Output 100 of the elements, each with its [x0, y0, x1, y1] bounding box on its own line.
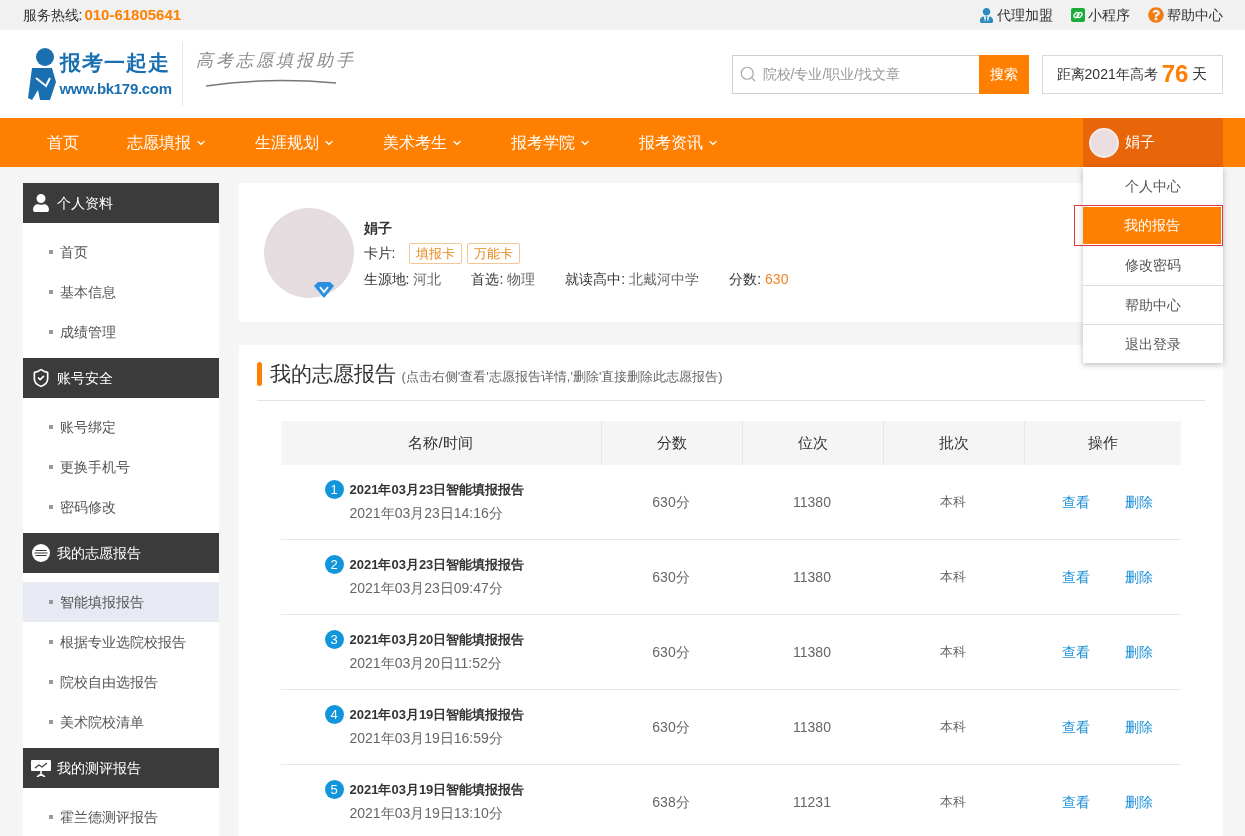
field-label: 首选:	[471, 269, 504, 289]
avatar-placeholder	[1088, 127, 1119, 158]
rank-cell-text: 11380	[793, 567, 831, 587]
person-logo-icon	[25, 48, 58, 100]
sidebar-section-title: 个人资料	[56, 193, 113, 213]
link-square-icon	[1070, 8, 1085, 22]
report-time: 2021年03月20日11:52分	[349, 654, 502, 674]
top-link[interactable]: 代理加盟	[978, 4, 1053, 26]
sidebar-section-title: 我的测评报告	[56, 758, 141, 778]
delete-link[interactable]: 删除	[1124, 491, 1153, 513]
score-cell-text: 638分	[652, 792, 690, 812]
dropdown-item[interactable]: 个人中心	[1082, 167, 1223, 206]
bullet-icon	[48, 505, 53, 509]
bullet-icon	[48, 680, 53, 684]
field-value: 河北	[413, 269, 442, 289]
report-title: 2021年03月23日智能填报报告	[349, 480, 525, 499]
help-icon	[1147, 7, 1164, 23]
sidebar-item[interactable]: 智能填报报告	[22, 582, 219, 622]
sidebar-section-title: 账号安全	[56, 368, 113, 388]
user-menu-button[interactable]: 娟子	[1082, 118, 1223, 167]
dropdown-item[interactable]: 修改密码	[1082, 246, 1223, 285]
report-title: 2021年03月23日智能填报报告	[349, 555, 525, 574]
report-title: 2021年03月19日智能填报报告	[349, 780, 525, 799]
section-hint: (点击右侧'查看'志愿报告详情,'删除'直接删除此志愿报告)	[401, 368, 723, 387]
user-icon	[31, 194, 50, 212]
hotline-number: 010-61805641	[84, 4, 182, 25]
bullet-icon	[48, 290, 53, 294]
batch-cell-text: 本科	[940, 793, 966, 812]
presentation-board-icon	[30, 759, 51, 777]
rank-cell-text: 11380	[793, 717, 831, 737]
batch-cell-text: 本科	[940, 568, 966, 587]
score-cell-text: 630分	[652, 567, 690, 587]
logo-url: www.bk179.com	[59, 80, 172, 98]
view-link[interactable]: 查看	[1061, 791, 1090, 813]
view-link[interactable]: 查看	[1061, 641, 1090, 663]
batch-cell-text: 本科	[940, 718, 966, 737]
countdown-unit: 天	[1192, 63, 1208, 84]
title-accent-bar	[256, 362, 262, 386]
search-field[interactable]: 院校/专业/职业/找文章	[731, 54, 979, 94]
delete-link[interactable]: 删除	[1124, 566, 1153, 588]
column-header: 批次	[882, 421, 1024, 465]
report-time: 2021年03月23日14:16分	[349, 504, 503, 524]
view-link[interactable]: 查看	[1061, 566, 1090, 588]
dropdown-item[interactable]: 我的报告	[1082, 207, 1221, 244]
field-value: 北戴河中学	[629, 269, 700, 289]
nav-item[interactable]: 生涯规划	[230, 118, 359, 167]
rank-cell-text: 11380	[793, 642, 831, 662]
bullet-icon	[48, 720, 53, 724]
score-cell-text: 630分	[652, 642, 690, 662]
search-icon	[738, 64, 757, 83]
countdown-label: 距离2021年高考	[1056, 64, 1158, 84]
report-time: 2021年03月19日13:10分	[349, 804, 503, 824]
nav-item[interactable]: 报考学院	[486, 118, 615, 167]
row-number: 5	[324, 780, 344, 799]
column-header: 分数	[600, 421, 742, 465]
search-button[interactable]: 搜索	[978, 54, 1029, 94]
row-number: 4	[324, 705, 344, 724]
report-time: 2021年03月23日09:47分	[349, 579, 503, 599]
rank-cell-text: 11231	[793, 792, 831, 812]
field-label: 分数:	[729, 269, 762, 289]
bullet-icon	[48, 250, 53, 254]
batch-cell-text: 本科	[940, 643, 966, 662]
bullet-icon	[48, 465, 53, 469]
delete-link[interactable]: 删除	[1124, 641, 1153, 663]
report-time: 2021年03月19日16:59分	[349, 729, 503, 749]
delete-link[interactable]: 删除	[1124, 716, 1153, 738]
bullet-icon	[48, 600, 53, 604]
slogan-text: 高考志愿填报助手	[195, 49, 356, 71]
column-header: 操作	[1023, 421, 1181, 465]
field-value: 物理	[507, 269, 536, 289]
view-link[interactable]: 查看	[1061, 716, 1090, 738]
column-header: 位次	[741, 421, 883, 465]
bullet-icon	[48, 425, 53, 429]
card-tag: 万能卡	[467, 243, 521, 264]
person-icon	[978, 7, 994, 23]
top-link[interactable]: 帮助中心	[1147, 4, 1223, 26]
score-cell-text: 630分	[652, 492, 690, 512]
score-cell-text: 630分	[652, 717, 690, 737]
row-number: 3	[324, 630, 344, 649]
bullet-icon	[48, 815, 53, 819]
logo-title: 报考一起走	[59, 50, 170, 76]
nav-item[interactable]: 美术考生	[358, 118, 487, 167]
row-number: 2	[324, 555, 344, 574]
column-header: 名称/时间	[407, 432, 474, 453]
cards-label: 卡片:	[363, 244, 396, 263]
countdown-days: 76	[1161, 62, 1189, 86]
delete-link[interactable]: 删除	[1124, 791, 1153, 813]
batch-cell-text: 本科	[940, 493, 966, 512]
card-tag: 填报卡	[409, 243, 463, 264]
rank-cell-text: 11380	[793, 492, 831, 512]
nav-item[interactable]: 首页	[22, 118, 103, 167]
list-circle-icon	[31, 544, 50, 562]
bullet-icon	[48, 330, 53, 334]
bullet-icon	[48, 640, 53, 644]
nav-item[interactable]: 志愿填报	[102, 118, 231, 167]
top-link[interactable]: 小程序	[1070, 4, 1130, 26]
view-link[interactable]: 查看	[1061, 491, 1090, 513]
report-title: 2021年03月19日智能填报报告	[349, 705, 525, 724]
nav-item[interactable]: 报考资讯	[614, 118, 743, 167]
field-label: 就读高中:	[565, 269, 626, 289]
